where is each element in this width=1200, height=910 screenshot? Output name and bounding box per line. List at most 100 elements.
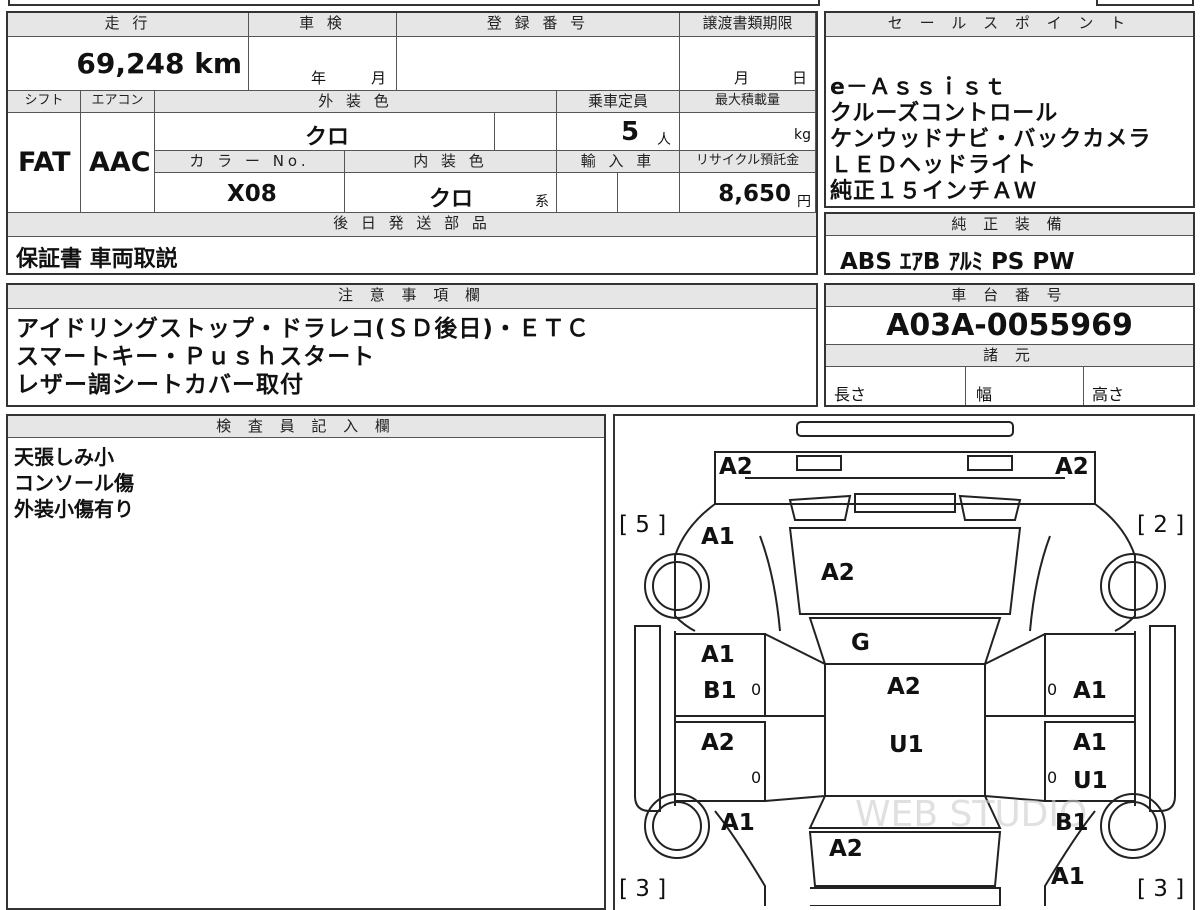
shaken-cell: 年 月 xyxy=(249,37,397,91)
specs-width-label: 幅 xyxy=(976,385,993,404)
import-cell-1 xyxy=(557,173,618,213)
recycle-fee-header: リサイクル預託金 xyxy=(680,151,816,173)
car-diagram-panel: WEB STUDIO A2 A2 [ 5 ] [ 2 ] [ 3 ] [ 3 ]… xyxy=(613,414,1195,910)
notes-panel: 注 意 事 項 欄 アイドリングストップ・ドラレコ(ＳＤ後日)・ＥＴＣ スマート… xyxy=(6,283,818,407)
inspector-panel: 検 査 員 記 入 欄 天張しみ小 コンソール傷 外装小傷有り xyxy=(6,414,606,910)
mileage-value: 69,248 km xyxy=(76,47,242,80)
inspector-header: 検 査 員 記 入 欄 xyxy=(8,416,604,438)
mark-left-fender: A1 xyxy=(701,524,735,550)
color-no-value: X08 xyxy=(227,181,277,207)
chassis-value: A03A-0055969 xyxy=(826,307,1193,345)
mark-front-right: A2 xyxy=(1055,454,1089,480)
mark-windshield: G xyxy=(851,630,870,656)
mark-roof-rear: U1 xyxy=(889,732,924,758)
chassis-number: A03A-0055969 xyxy=(886,308,1133,343)
capacity-header: 乗車定員 xyxy=(557,91,680,113)
mark-trunk: A2 xyxy=(829,836,863,862)
aircon-header: エアコン xyxy=(81,91,155,113)
mark-left-front-door-2: B1 xyxy=(703,678,737,704)
transfer-deadline-header: 譲渡書類期限 xyxy=(680,13,816,37)
transfer-day-unit: 日 xyxy=(792,69,808,87)
specs-height-label: 高さ xyxy=(1092,385,1125,404)
sales-point-5: 純正１５インチＡＷ xyxy=(830,179,1038,204)
exterior-color-header: 外 装 色 xyxy=(155,91,557,113)
specs-header: 諸 元 xyxy=(826,345,1193,367)
top-edge-right xyxy=(1096,0,1194,6)
capacity-value: 5 xyxy=(621,117,640,147)
capacity-cell: 5 人 xyxy=(557,113,680,151)
chassis-header: 車 台 番 号 xyxy=(826,285,1193,307)
capacity-unit: 人 xyxy=(657,132,671,148)
mark-right-rear-door-2: U1 xyxy=(1073,768,1108,794)
mark-right-rear-fender-1: B1 xyxy=(1055,810,1089,836)
chassis-panel: 車 台 番 号 A03A-0055969 諸 元 長さ 幅 高さ xyxy=(824,283,1195,407)
mark-bracket-3-left: [ 3 ] xyxy=(619,876,667,902)
transfer-deadline-cell: 月 日 xyxy=(680,37,816,91)
mileage-cell: 69,248 km xyxy=(8,37,249,91)
mileage-header: 走 行 xyxy=(8,13,249,37)
shift-header: シフト xyxy=(8,91,81,113)
recycle-fee-cell: 8,650 円 xyxy=(680,173,816,213)
sales-point-2: クルーズコントロール xyxy=(830,101,1059,126)
import-header: 輸 入 車 xyxy=(557,151,680,173)
exterior-color-value: クロ xyxy=(305,125,350,150)
max-load-cell: kg xyxy=(680,113,816,151)
mark-right-front-door: A1 xyxy=(1073,678,1107,704)
inspector-line-3: 外装小傷有り xyxy=(14,497,134,521)
mark-hood: A2 xyxy=(821,560,855,586)
mark-left-rear-fender: A1 xyxy=(721,810,755,836)
interior-color-header: 内 装 色 xyxy=(345,151,557,173)
transfer-month-unit: 月 xyxy=(734,69,750,87)
mark-zero-1: 0 xyxy=(751,680,762,699)
notes-header: 注 意 事 項 欄 xyxy=(8,285,816,309)
mark-left-front-door-1: A1 xyxy=(701,642,735,668)
specs-width: 幅 xyxy=(966,367,1084,405)
mark-roof: A2 xyxy=(887,674,921,700)
mark-zero-2: 0 xyxy=(1047,680,1058,699)
specs-length-label: 長さ xyxy=(834,385,867,404)
aircon-value: AAC xyxy=(89,147,151,178)
aircon-cell: AAC xyxy=(81,113,155,213)
shaken-header: 車 検 xyxy=(249,13,397,37)
note-line-3: レザー調シートカバー取付 xyxy=(16,372,304,398)
sales-points-header: セ ー ル ス ポ イ ン ト xyxy=(826,13,1193,37)
note-line-1: アイドリングストップ・ドラレコ(ＳＤ後日)・ＥＴＣ xyxy=(16,316,590,342)
genuine-equipment-header: 純 正 装 備 xyxy=(826,214,1193,236)
vehicle-info-table: 走 行 車 検 登 録 番 号 譲渡書類期限 69,248 km 年 月 月 日… xyxy=(6,11,818,275)
top-edge xyxy=(8,0,820,6)
exterior-color-cell: クロ xyxy=(155,113,495,151)
inspector-line-2: コンソール傷 xyxy=(14,471,134,495)
mark-zero-4: 0 xyxy=(1047,768,1058,787)
color-no-cell: X08 xyxy=(155,173,345,213)
sales-points-panel: セ ー ル ス ポ イ ン ト e－Ａｓｓｉｓｔ クルーズコントロール ケンウッ… xyxy=(824,11,1195,208)
shift-cell: FAT xyxy=(8,113,81,213)
shaken-year-unit: 年 xyxy=(311,69,327,87)
sales-point-1: e－Ａｓｓｉｓｔ xyxy=(830,75,1007,100)
mark-front-left: A2 xyxy=(719,454,753,480)
sales-point-3: ケンウッドナビ・バックカメラ xyxy=(830,127,1152,152)
genuine-equipment-panel: 純 正 装 備 ABS ｴｱB ｱﾙﾐ PS PW xyxy=(824,212,1195,275)
mark-bracket-3-right: [ 3 ] xyxy=(1137,876,1185,902)
genuine-equipment-value: ABS ｴｱB ｱﾙﾐ PS PW xyxy=(840,249,1075,275)
mark-bracket-5: [ 5 ] xyxy=(619,512,667,538)
later-parts-value: 保証書 車両取説 xyxy=(16,247,178,272)
color-no-header: カ ラ ー No. xyxy=(155,151,345,173)
sales-point-4: ＬＥＤヘッドライト xyxy=(830,153,1038,178)
shift-value: FAT xyxy=(18,147,71,178)
mark-right-rear-door-1: A1 xyxy=(1073,730,1107,756)
registration-cell xyxy=(397,37,680,91)
mark-right-rear-fender-2: A1 xyxy=(1051,864,1085,890)
mark-left-rear-door: A2 xyxy=(701,730,735,756)
recycle-fee-unit: 円 xyxy=(797,194,811,210)
max-load-header: 最大積載量 xyxy=(680,91,816,113)
diagram-watermark: WEB STUDIO xyxy=(855,794,1087,835)
recycle-fee-value: 8,650 xyxy=(718,181,791,207)
interior-color-value: クロ xyxy=(429,187,474,212)
later-parts-header: 後 日 発 送 部 品 xyxy=(8,213,816,237)
specs-length: 長さ xyxy=(826,367,966,405)
inspector-line-1: 天張しみ小 xyxy=(14,445,114,469)
mark-zero-3: 0 xyxy=(751,768,762,787)
exterior-color-extra xyxy=(495,113,557,151)
shaken-month-unit: 月 xyxy=(371,69,387,87)
max-load-unit: kg xyxy=(794,127,811,143)
